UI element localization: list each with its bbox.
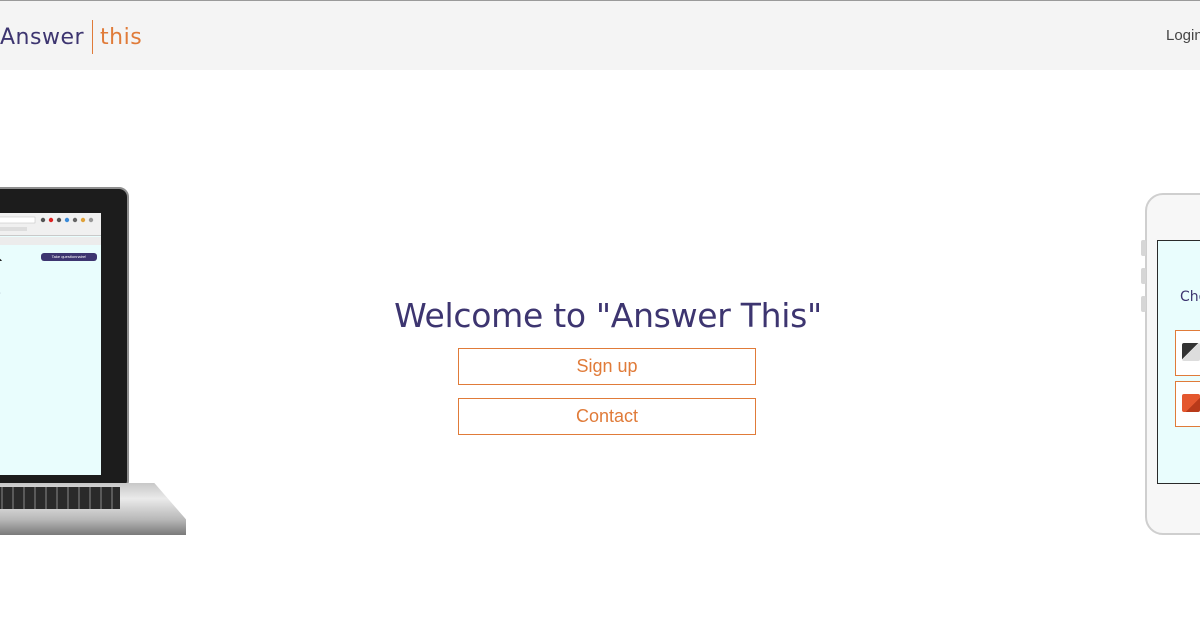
phone-option-card [1175, 330, 1200, 376]
phone-option-card [1175, 381, 1200, 427]
phone-card-image [1182, 343, 1200, 361]
phone-screen-heading-fragment: Cho [1180, 289, 1200, 305]
screen-take-questionnaire-button: Take questionnaire! [41, 253, 97, 261]
page-title: Welcome to "Answer This" [394, 296, 822, 335]
browser-toolbar-icons [0, 216, 94, 231]
brand-logo[interactable]: Answer this [0, 19, 142, 55]
phone-card-image [1182, 394, 1200, 412]
laptop-screen: Take questionnaire! ge [0, 213, 101, 475]
phone-side-button [1141, 268, 1146, 284]
screen-tab-bar [0, 237, 101, 245]
laptop-illustration: Take questionnaire! ge [0, 187, 186, 539]
brand-name-this: this [100, 24, 143, 50]
phone-side-button [1141, 240, 1146, 256]
contact-button[interactable]: Contact [458, 398, 756, 435]
brand-divider [92, 20, 94, 54]
navbar: Answer this Login [0, 1, 1200, 70]
user-icon [0, 258, 2, 261]
laptop-keyboard [0, 487, 120, 509]
signup-button[interactable]: Sign up [458, 348, 756, 385]
screen-browser-toolbar [0, 213, 101, 236]
brand-name-answer: Answer [0, 24, 85, 50]
phone-side-button [1141, 296, 1146, 312]
login-link[interactable]: Login [1166, 27, 1200, 44]
laptop-lid: Take questionnaire! ge [0, 187, 129, 487]
